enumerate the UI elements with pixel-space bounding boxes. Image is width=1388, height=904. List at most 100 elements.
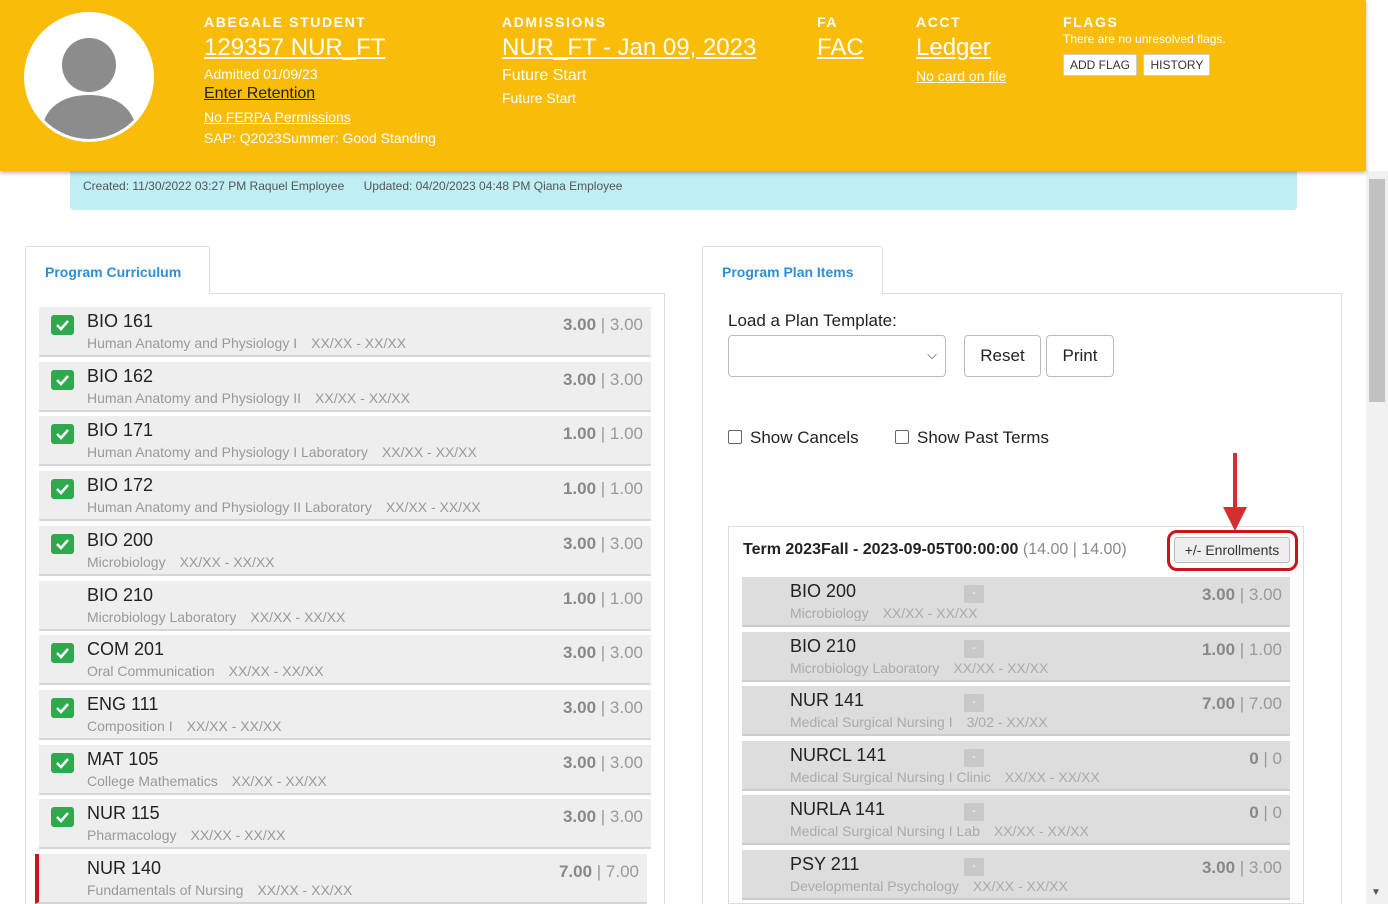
course-description: Human Anatomy and Physiology II XX/XX - X… [87,390,410,406]
enter-retention-link[interactable]: Enter Retention [204,85,315,102]
student-id-link[interactable]: 129357 NUR_FT [204,34,436,62]
student-header: ABEGALE STUDENT 129357 NUR_FT Admitted 0… [0,0,1366,171]
scrollbar-thumb[interactable] [1369,179,1385,402]
show-cancels-label: Show Cancels [750,428,859,447]
curriculum-row[interactable]: BIO 200 Microbiology XX/XX - XX/XX 3.00 | 3… [39,525,651,576]
card-on-file-link[interactable]: No card on file [916,68,1006,84]
curriculum-row[interactable]: COM 201 Oral Communication XX/XX - XX/XX 3.… [39,635,651,686]
credits-earned: 3.00 [562,643,597,663]
add-flag-button[interactable]: ADD FLAG [1063,54,1138,76]
curriculum-row[interactable]: BIO 171 Human Anatomy and Physiology I La… [39,416,651,467]
history-button[interactable]: HISTORY [1143,54,1211,76]
course-credits: 3.00 | 3.00 [562,643,643,663]
tab-program-curriculum[interactable]: Program Curriculum [25,246,210,294]
curriculum-row[interactable]: BIO 162 Human Anatomy and Physiology II XX… [39,361,651,412]
curriculum-row[interactable]: NUR 140 Fundamentals of Nursing XX/XX - XX… [35,854,647,904]
course-description: Microbiology XX/XX - XX/XX [87,554,275,570]
show-past-terms-checkbox[interactable] [895,430,909,444]
plan-item-row[interactable]: BIO 210 - Microbiology Laboratory XX/XX - X… [742,631,1290,682]
plan-item-row[interactable]: BIO 200 - Microbiology XX/XX - XX/XX 3.00 | … [742,577,1290,627]
credits-total: 3.00 [609,697,643,717]
curriculum-row[interactable]: MAT 105 College Mathematics XX/XX - XX/XX 3… [39,744,651,795]
course-code: MAT 105 [87,748,159,769]
admissions-program-link[interactable]: NUR_FT - Jan 09, 2023 [502,34,756,62]
course-dates: XX/XX - XX/XX [257,882,353,898]
credits-earned: 3.00 [562,315,597,334]
curriculum-row[interactable]: BIO 210 Microbiology Laboratory XX/XX - XX… [39,580,651,631]
person-silhouette-icon [27,15,151,139]
plan-course-credits: 1.00 | 1.00 [1201,639,1282,659]
course-name: College Mathematics [87,772,218,789]
remove-icon[interactable]: - [964,585,984,603]
curriculum-row[interactable]: NUR 115 Pharmacology XX/XX - XX/XX 3.00 | 3… [39,799,651,850]
credits-earned: 3.00 [562,752,597,772]
flags-label: FLAGS [1063,14,1119,30]
plan-credits-earned: 3.00 [1201,858,1236,877]
scroll-down-arrow-icon[interactable]: ▼ [1371,887,1381,898]
plan-course-name: Developmental Psychology [790,878,959,894]
remove-icon[interactable]: - [964,694,984,713]
plan-credits-earned: 1.00 [1201,639,1236,659]
credits-earned: 3.00 [562,533,597,553]
show-past-terms-label: Show Past Terms [917,428,1049,447]
admissions-label: ADMISSIONS [502,14,607,30]
curriculum-row[interactable]: ENG 111 Composition I XX/XX - XX/XX 3.00 | … [39,689,651,740]
curriculum-row[interactable]: BIO 172 Human Anatomy and Physiology II L… [39,471,651,522]
remove-icon[interactable]: - [964,858,984,876]
course-dates: XX/XX - XX/XX [228,663,324,680]
check-icon [51,315,74,335]
show-past-terms-option[interactable]: Show Past Terms [895,428,1049,448]
plan-template-select[interactable]: ⌵ [728,335,946,377]
plan-course-code: NURCL 141 [790,744,887,765]
reset-button[interactable]: Reset [964,335,1041,377]
remove-icon[interactable]: - [964,748,984,767]
term-title: Term 2023Fall - 2023-09-05T00:00:00 (14.… [743,541,1127,559]
course-name: Human Anatomy and Physiology II Laborato… [87,499,372,516]
updated-info: Updated: 04/20/2023 04:48 PM Qiana Emplo… [363,179,623,193]
plan-course-name: Microbiology [790,605,869,621]
credits-total: 3.00 [609,369,643,389]
credits-total: 1.00 [609,588,643,608]
term-name: Term 2023Fall - 2023-09-05T00:00:00 [743,541,1019,558]
plan-credits-total: 3.00 [1248,858,1282,877]
course-description: Human Anatomy and Physiology I XX/XX - XX… [87,335,406,351]
course-code: BIO 161 [87,311,154,331]
remove-icon[interactable]: - [964,639,984,658]
show-cancels-option[interactable]: Show Cancels [728,428,859,448]
curriculum-row[interactable]: BIO 161 Human Anatomy and Physiology I XX/… [39,307,651,357]
admitted-date: Admitted 01/09/23 [204,66,318,82]
plan-item-row[interactable]: NURCL 141 - Medical Surgical Nursing I Cli… [742,740,1290,791]
plan-item-row[interactable]: NURLA 141 - Medical Surgical Nursing I Lab… [742,795,1290,846]
check-icon [51,643,74,664]
course-dates: XX/XX - XX/XX [315,389,410,406]
course-credits: 1.00 | 1.00 [562,588,643,608]
credits-earned: 1.00 [562,588,597,608]
course-name: Human Anatomy and Physiology II [87,389,302,406]
course-dates: XX/XX - XX/XX [231,772,327,789]
credits-total: 3.00 [609,807,643,827]
remove-icon[interactable]: - [964,803,984,822]
show-cancels-checkbox[interactable] [728,430,742,444]
page-scrollbar[interactable]: ▼ [1366,171,1388,904]
course-code: BIO 172 [87,475,154,496]
plan-item-row[interactable]: NUR 141 - Medical Surgical Nursing I 3/02 -… [742,686,1290,737]
plan-course-credits: 3.00 | 3.00 [1201,585,1282,604]
fa-link[interactable]: FAC [817,34,864,62]
check-icon [51,424,74,445]
ledger-link[interactable]: Ledger [916,34,1006,62]
plan-course-name: Medical Surgical Nursing I Clinic [790,768,991,785]
plan-item-row[interactable]: PSY 211 - Developmental Psychology XX/XX - … [742,850,1290,900]
check-icon [51,533,74,554]
tab-program-plan-items[interactable]: Program Plan Items [702,246,883,294]
plan-course-dates: 3/02 - XX/XX [966,714,1048,731]
credits-total: 1.00 [609,479,643,499]
plan-credits-total: 0 [1272,803,1282,823]
credits-total: 7.00 [605,862,639,881]
fa-label: FA [817,14,839,30]
course-code: BIO 162 [87,365,154,386]
print-button[interactable]: Print [1046,335,1114,377]
plan-course-code: NUR 141 [790,690,865,711]
plan-credits-total: 0 [1272,748,1282,768]
ferpa-link[interactable]: No FERPA Permissions [204,109,436,125]
plan-course-dates: XX/XX - XX/XX [972,878,1068,894]
